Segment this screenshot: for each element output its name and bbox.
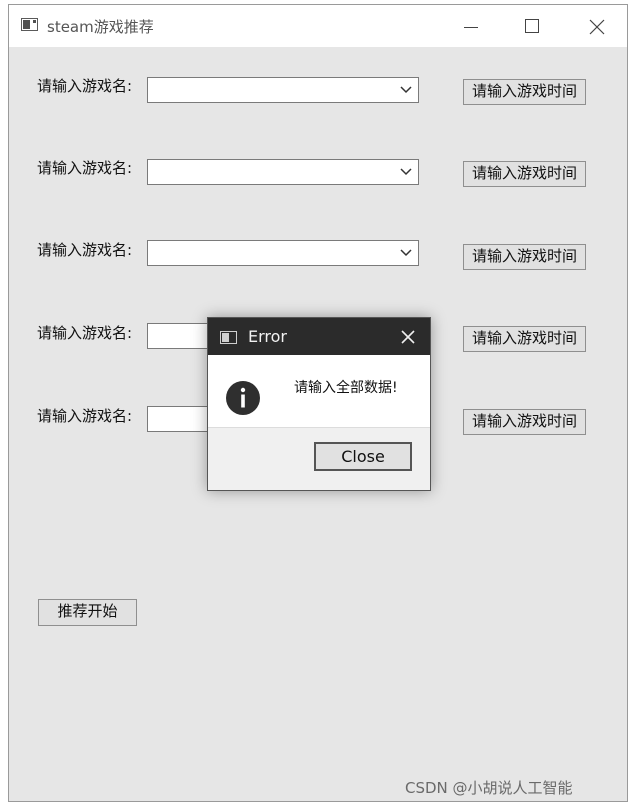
dialog-message: 请输入全部数据!: [294, 380, 398, 396]
game-name-combo-1[interactable]: [147, 77, 419, 103]
game-name-label-4: 请输入游戏名:: [37, 324, 133, 342]
chevron-down-icon: [400, 168, 412, 176]
maximize-button[interactable]: [514, 11, 550, 41]
dialog-app-icon: [220, 331, 237, 344]
dialog-body: 请输入全部数据!: [208, 355, 430, 427]
window-title: steam游戏推荐: [47, 18, 154, 36]
dialog-close-icon[interactable]: [400, 329, 416, 345]
dialog-title: Error: [248, 327, 287, 346]
game-time-button-3[interactable]: 请输入游戏时间: [463, 244, 586, 270]
watermark: CSDN @小胡说人工智能: [405, 779, 573, 797]
game-name-combo-3[interactable]: [147, 240, 419, 266]
dialog-title-bar[interactable]: Error: [208, 318, 430, 355]
game-time-button-5[interactable]: 请输入游戏时间: [463, 409, 586, 435]
game-time-button-2[interactable]: 请输入游戏时间: [463, 161, 586, 187]
dialog-divider: [208, 427, 430, 428]
game-name-label-5: 请输入游戏名:: [37, 407, 133, 425]
game-name-label-3: 请输入游戏名:: [37, 241, 133, 259]
game-name-label-1: 请输入游戏名:: [37, 77, 133, 95]
chevron-down-icon: [400, 86, 412, 94]
game-time-button-1[interactable]: 请输入游戏时间: [463, 79, 586, 105]
game-name-label-2: 请输入游戏名:: [37, 159, 133, 177]
minimize-button[interactable]: [453, 11, 489, 41]
main-window: steam游戏推荐 请输入游戏名: 请输入游戏时间 请输入游戏名: 请输入游戏时…: [8, 4, 628, 802]
app-icon: [21, 18, 38, 31]
dialog-close-button[interactable]: Close: [314, 442, 412, 471]
start-recommend-button[interactable]: 推荐开始: [38, 599, 137, 626]
close-button[interactable]: [579, 11, 615, 41]
chevron-down-icon: [400, 249, 412, 257]
close-icon: [589, 19, 605, 35]
info-icon: [226, 381, 260, 415]
error-dialog: Error 请输入全部数据! Close: [207, 317, 431, 491]
title-bar[interactable]: steam游戏推荐: [9, 5, 627, 47]
game-time-button-4[interactable]: 请输入游戏时间: [463, 326, 586, 352]
game-name-combo-2[interactable]: [147, 159, 419, 185]
